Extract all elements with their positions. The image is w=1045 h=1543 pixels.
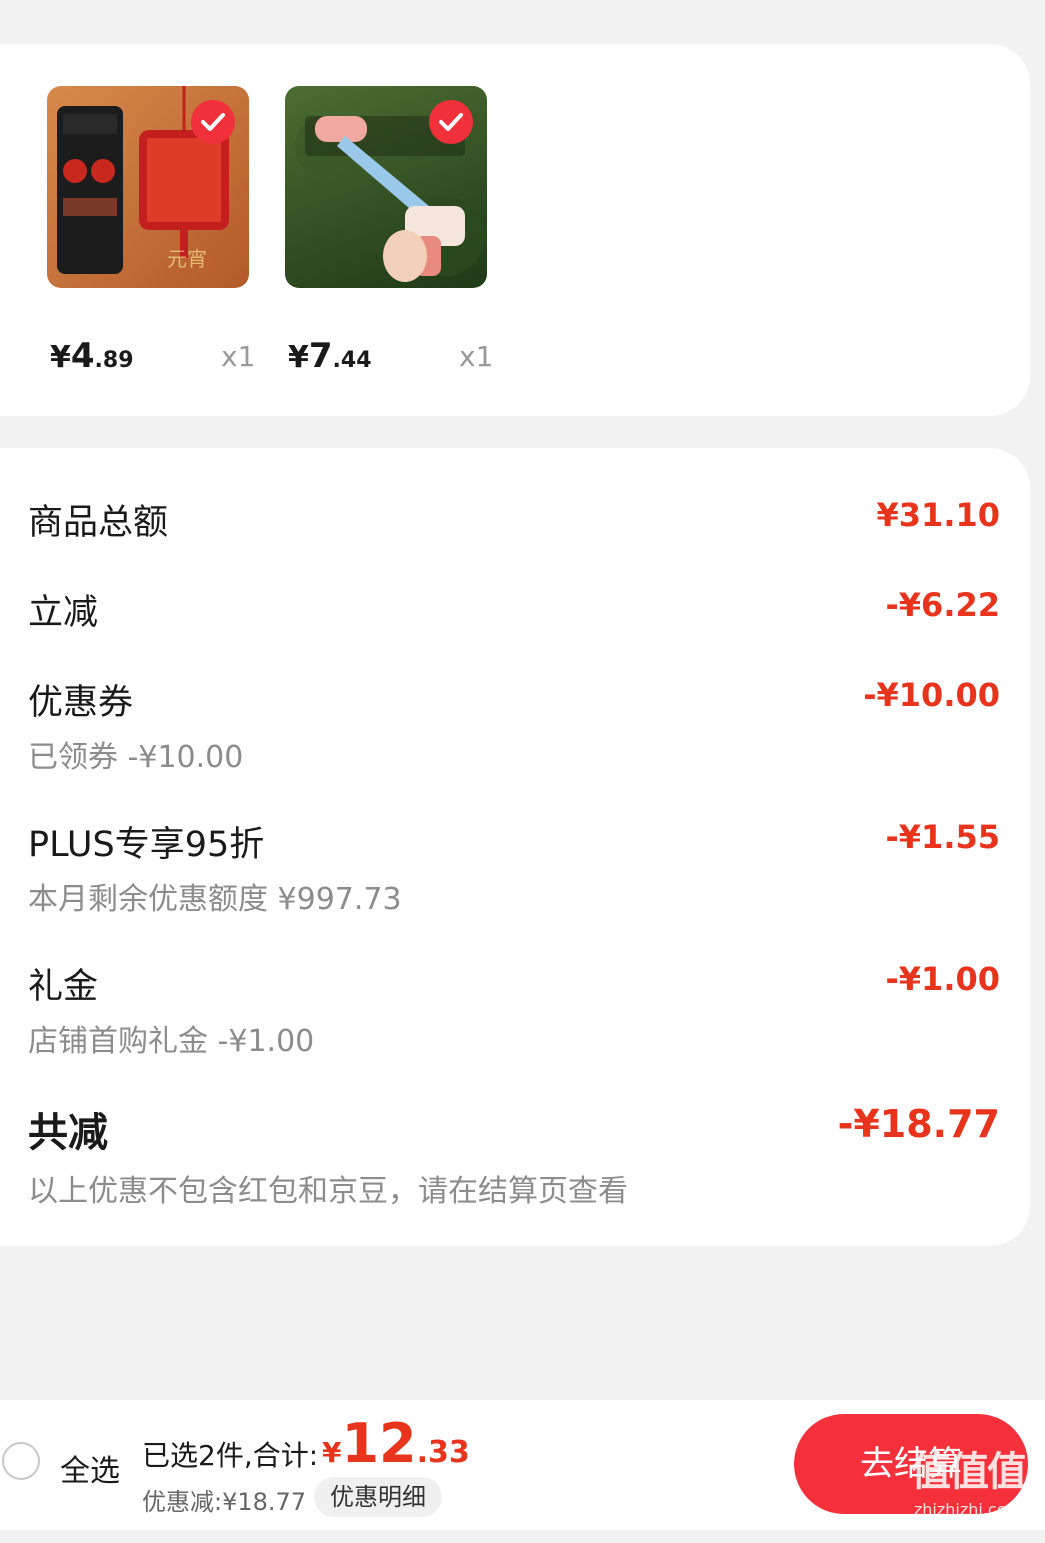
instant-discount-value: -¥6.22 — [885, 586, 1001, 624]
checkmark-icon[interactable] — [191, 100, 235, 144]
product-image-lantern[interactable]: 元宵 — [47, 86, 249, 288]
checkout-total: ¥12.33 — [322, 1412, 470, 1475]
svg-text:元宵: 元宵 — [167, 247, 207, 271]
checkout-bar: 全选 已选2件,合计: ¥12.33 优惠减:¥18.77 优惠明细 去结算 — [0, 1400, 1045, 1530]
watermark: 值值值 zhizhizhi.com — [893, 1444, 1043, 1534]
total-value: ¥31.10 — [876, 496, 1000, 534]
plus-discount-subtext: 本月剩余优惠额度 ¥997.73 — [28, 882, 402, 917]
checkmark-icon[interactable] — [429, 100, 473, 144]
total-int: 12 — [341, 1412, 417, 1475]
product-price: ¥4.89 — [50, 336, 134, 376]
product-quantity: x1 — [459, 340, 494, 373]
select-all-radio[interactable] — [2, 1442, 40, 1480]
discount-note: 以上优惠不包含红包和京豆，请在结算页查看 — [28, 1174, 628, 1209]
total-dec: .33 — [416, 1435, 470, 1470]
total-label: 商品总额 — [28, 503, 169, 543]
instant-discount-label: 立减 — [28, 593, 99, 633]
plus-discount-label: PLUS专享95折 — [28, 825, 265, 865]
product-quantity: x1 — [221, 340, 256, 373]
selected-count-text: 已选2件,合计: — [142, 1439, 319, 1472]
coupon-subtext: 已领券 -¥10.00 — [28, 740, 244, 775]
watermark-logo: 值值值 — [911, 1449, 1027, 1495]
plus-discount-value: -¥1.55 — [885, 818, 1001, 856]
select-all-label[interactable]: 全选 — [60, 1446, 120, 1490]
total-saved-label: 共减 — [28, 1110, 108, 1156]
discount-summary-card: 商品总额 ¥31.10 立减 -¥6.22 优惠券 -¥10.00 已领券 -¥… — [0, 448, 1030, 1246]
total-saved-value: -¥18.77 — [837, 1102, 1000, 1146]
products-card: 元宵 ¥4.89 x1 ¥7.44 x1 — [0, 44, 1030, 416]
coupon-label: 优惠券 — [28, 683, 134, 723]
product-image-water-gun[interactable] — [285, 86, 487, 288]
total-currency: ¥ — [322, 1436, 342, 1469]
gift-value: -¥1.00 — [885, 960, 1001, 998]
discount-total-text: 优惠减:¥18.77 — [142, 1488, 307, 1516]
coupon-value: -¥10.00 — [863, 676, 1000, 714]
gift-subtext: 店铺首购礼金 -¥1.00 — [28, 1024, 315, 1059]
gift-label: 礼金 — [28, 967, 99, 1007]
discount-detail-button[interactable]: 优惠明细 — [314, 1477, 442, 1517]
product-price: ¥7.44 — [288, 336, 372, 376]
